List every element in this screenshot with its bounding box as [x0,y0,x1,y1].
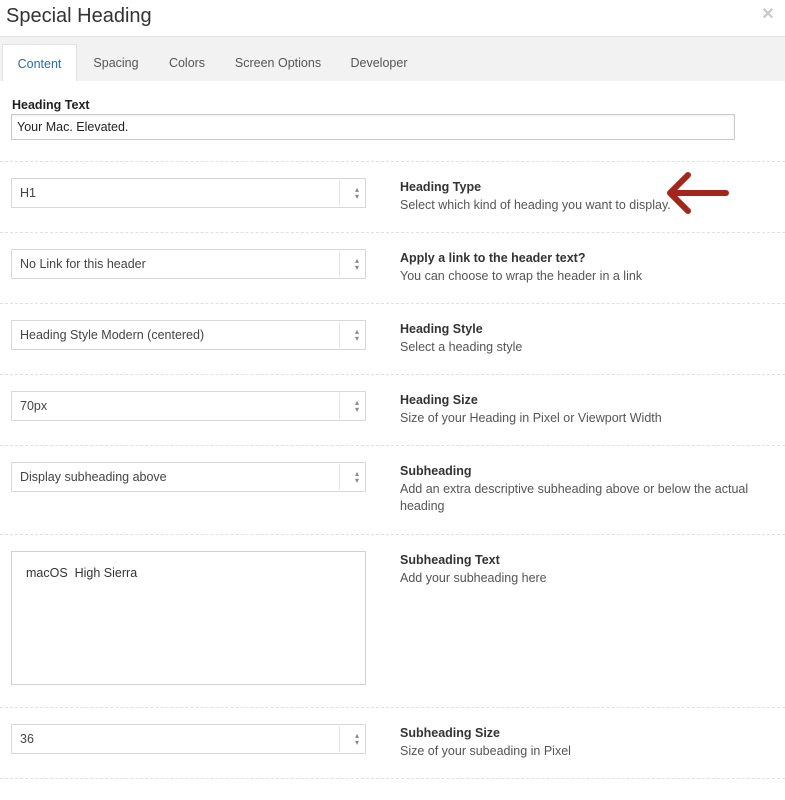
subheading-text-title: Subheading Text [400,553,500,567]
subheading-desc: Add an extra descriptive subheading abov… [400,482,749,513]
header-link-desc: You can choose to wrap the header in a l… [400,269,643,283]
subheading-size-title: Subheading Size [400,726,501,740]
select-arrows-icon: ▴ ▾ [339,251,359,277]
up-down-arrows-icon: ▴ ▾ [354,730,359,747]
heading-type-value: H1 [20,186,36,200]
up-down-arrows-icon: ▴ ▾ [354,184,359,201]
heading-text-input[interactable] [11,114,735,140]
divider [0,707,785,708]
divider [0,534,785,535]
select-arrows-icon: ▴ ▾ [339,726,359,752]
up-down-arrows-icon: ▴ ▾ [354,326,359,343]
tab-colors[interactable]: Colors [155,44,219,81]
heading-style-desc: Select a heading style [400,340,523,354]
heading-style-title: Heading Style [400,322,483,336]
subheading-size-value: 36 [20,732,34,746]
subheading-size-select[interactable]: 36 ▴ ▾ [11,724,366,754]
subheading-select[interactable]: Display subheading above ▴ ▾ [11,462,366,492]
divider [0,374,785,375]
subheading-title: Subheading [400,464,472,478]
heading-size-desc: Size of your Heading in Pixel or Viewpor… [400,411,662,425]
heading-style-value: Heading Style Modern (centered) [20,328,205,342]
header-link-value: No Link for this header [20,257,146,271]
divider [0,161,785,162]
header-link-title: Apply a link to the header text? [400,251,586,265]
divider [0,445,785,446]
divider [0,303,785,304]
dialog-title: Special Heading [6,5,152,27]
tab-screen-options[interactable]: Screen Options [222,44,334,81]
up-down-arrows-icon: ▴ ▾ [354,397,359,414]
select-arrows-icon: ▴ ▾ [339,393,359,419]
close-icon[interactable]: ✕ [761,7,775,23]
annotation-arrow-icon [667,172,729,214]
tab-content[interactable]: Content [2,44,77,81]
content-panel: Heading Text H1 ▴▾ Heading Type Select w… [0,81,785,800]
subheading-value: Display subheading above [20,470,167,484]
heading-size-select[interactable]: 70px ▴ ▾ [11,391,366,421]
heading-size-title: Heading Size [400,393,478,407]
select-arrows-icon: ▴ ▾ [339,464,359,490]
up-down-arrows-icon: ▴ ▾ [354,255,359,272]
tab-spacing[interactable]: Spacing [80,44,152,81]
select-arrows-icon: ▴ ▾ [339,322,359,348]
heading-text-label: Heading Text [12,98,90,112]
up-down-arrows-icon: ▴ ▾ [354,468,359,485]
tab-developer[interactable]: Developer [337,44,421,81]
heading-style-select[interactable]: Heading Style Modern (centered) ▴ ▾ [11,320,366,350]
heading-type-select[interactable]: H1 ▴ ▾ [11,178,366,208]
tab-bar: Content Spacing Colors Screen Options De… [0,37,785,81]
header-link-select[interactable]: No Link for this header ▴ ▾ [11,249,366,279]
subheading-size-desc: Size of your subeading in Pixel [400,744,571,758]
divider [0,232,785,233]
dialog-header: Special Heading ✕ [0,0,785,37]
select-arrows-icon: ▴ ▾ [339,180,359,206]
heading-size-value: 70px [20,399,48,413]
subheading-text-input[interactable]: macOS High Sierra [11,551,366,685]
divider [0,778,785,779]
subheading-text-desc: Add your subheading here [400,571,547,585]
heading-type-title: Heading Type [400,180,482,194]
